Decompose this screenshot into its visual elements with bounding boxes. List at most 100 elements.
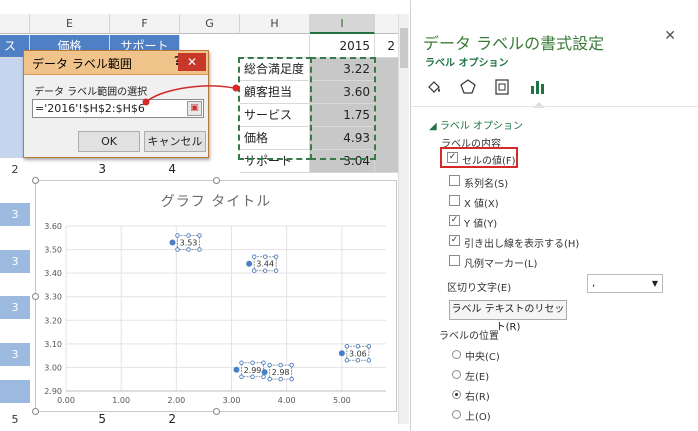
radio-label[interactable]: 中央(C) xyxy=(465,348,500,363)
paint-bucket-icon[interactable] xyxy=(425,78,445,96)
label-handle xyxy=(186,247,191,252)
checkbox-y-value[interactable]: ✓ xyxy=(449,215,460,226)
radio-left[interactable] xyxy=(452,370,461,379)
label-handle xyxy=(262,268,268,273)
chart-plot-svg: 2.90 3.00 3.10 3.20 3.30 3.40 3.50 3.60 0.00 1.00… xyxy=(44,222,386,405)
separator-label: 区切り文字(E) xyxy=(447,283,512,294)
label-handle xyxy=(289,376,294,382)
checkbox-label[interactable]: 引き出し線を表示する(H) xyxy=(464,235,579,250)
label-handle xyxy=(250,360,255,366)
chevron-down-icon: ▼ xyxy=(651,279,658,288)
label-handle xyxy=(366,358,372,363)
section-title: ラベル オプション xyxy=(439,121,524,132)
annotation-arrow xyxy=(142,84,240,106)
pentagon-icon[interactable] xyxy=(459,78,479,96)
label-handle xyxy=(175,247,180,252)
checkbox-label[interactable]: Y 値(Y) xyxy=(464,215,497,230)
data-label-text: 2.99 xyxy=(244,366,262,375)
separator-value: , xyxy=(592,278,596,289)
row-number[interactable]: 5 xyxy=(0,408,30,431)
resize-handle[interactable] xyxy=(32,408,39,415)
resize-handle[interactable] xyxy=(32,293,39,300)
resize-handle[interactable] xyxy=(213,408,220,415)
data-label-text: 3.53 xyxy=(180,239,198,248)
data-label-text: 3.44 xyxy=(256,260,274,269)
radio-right[interactable] xyxy=(452,390,461,399)
checkbox-label[interactable]: セルの値(F) xyxy=(462,152,516,167)
y-tick-label: 2.90 xyxy=(44,387,62,396)
row-number[interactable]: 3 xyxy=(0,343,30,366)
row-number[interactable]: 3 xyxy=(0,203,30,226)
label-handle xyxy=(239,374,244,380)
label-handle xyxy=(197,247,202,252)
checkbox-x-value[interactable] xyxy=(449,195,460,206)
checkbox-label[interactable]: 系列名(S) xyxy=(464,175,508,190)
x-tick-label: 1.00 xyxy=(112,396,130,405)
y-tick-label: 3.20 xyxy=(44,316,62,325)
size-properties-icon[interactable] xyxy=(493,78,513,96)
label-handle xyxy=(261,374,266,380)
checkbox-label[interactable]: 凡例マーカー(L) xyxy=(464,255,537,270)
row-strip-blue xyxy=(0,380,30,403)
label-handle xyxy=(251,268,257,273)
y-tick-label: 3.60 xyxy=(44,222,62,231)
label-handle xyxy=(273,268,279,273)
label-handle xyxy=(278,362,283,368)
separator-dropdown[interactable]: , ▼ xyxy=(587,274,663,293)
x-tick-label: 2.00 xyxy=(167,396,185,405)
bar-chart-icon[interactable] xyxy=(529,78,549,108)
y-tick-label: 3.30 xyxy=(44,293,62,302)
checkbox-legend-key[interactable] xyxy=(449,255,460,266)
checkbox-leader-lines[interactable]: ✓ xyxy=(449,235,460,246)
x-tick-label: 5.00 xyxy=(333,396,351,405)
label-position-heading: ラベルの位置 xyxy=(439,331,499,342)
radio-label[interactable]: 右(R) xyxy=(465,388,490,403)
scrollbar-thumb[interactable] xyxy=(400,28,408,68)
label-handle xyxy=(251,254,257,259)
y-tick-label: 3.50 xyxy=(44,246,62,255)
label-handle xyxy=(261,360,266,366)
checkbox-cell-value[interactable]: ✓ xyxy=(447,152,458,163)
data-point xyxy=(233,366,240,373)
label-handle xyxy=(175,233,180,238)
pane-title: データ ラベルの書式設定 xyxy=(423,34,605,53)
data-point xyxy=(246,260,253,267)
y-tick-label: 3.10 xyxy=(44,340,62,349)
checkbox-label[interactable]: X 値(X) xyxy=(464,195,499,210)
tab-label-options[interactable]: ラベル オプション xyxy=(425,54,508,69)
x-tick-label: 0.00 xyxy=(57,396,75,405)
reset-label-text-button[interactable]: ラベル テキストのリセット(R) xyxy=(449,300,567,333)
label-handle xyxy=(262,254,268,259)
label-handle xyxy=(250,374,255,380)
row-number[interactable]: 3 xyxy=(0,250,30,273)
data-point xyxy=(261,369,268,376)
radio-center[interactable] xyxy=(452,350,461,359)
data-label-text: 3.06 xyxy=(349,349,367,358)
x-tick-label: 3.00 xyxy=(223,396,241,405)
label-handle xyxy=(186,233,191,238)
data-label-text: 2.98 xyxy=(272,368,290,377)
y-tick-label: 3.40 xyxy=(44,269,62,278)
label-handle xyxy=(344,344,350,349)
label-handle xyxy=(267,362,272,368)
vertical-scrollbar[interactable] xyxy=(398,14,409,424)
pane-divider xyxy=(411,106,698,107)
label-handle xyxy=(344,358,350,363)
radio-label[interactable]: 上(O) xyxy=(465,408,491,423)
data-point xyxy=(338,350,345,357)
radio-label[interactable]: 左(E) xyxy=(465,368,489,383)
label-handle xyxy=(239,360,244,366)
radio-above[interactable] xyxy=(452,410,461,419)
data-point xyxy=(169,239,176,246)
label-handle xyxy=(273,254,279,259)
label-handle xyxy=(366,344,372,349)
section-label-options[interactable]: ◢ ラベル オプション xyxy=(429,117,523,132)
close-icon[interactable]: ✕ xyxy=(664,28,676,44)
label-handle xyxy=(355,358,361,363)
label-handle xyxy=(197,233,202,238)
label-handle xyxy=(289,362,294,368)
scatter-chart[interactable]: グラフ タイトル 2.90 3.00 3.10 3.20 3.30 3.40 3.50 3.6… xyxy=(32,177,397,415)
checkbox-series-name[interactable] xyxy=(449,175,460,186)
row-number[interactable]: 3 xyxy=(0,296,30,319)
x-tick-label: 4.00 xyxy=(278,396,296,405)
